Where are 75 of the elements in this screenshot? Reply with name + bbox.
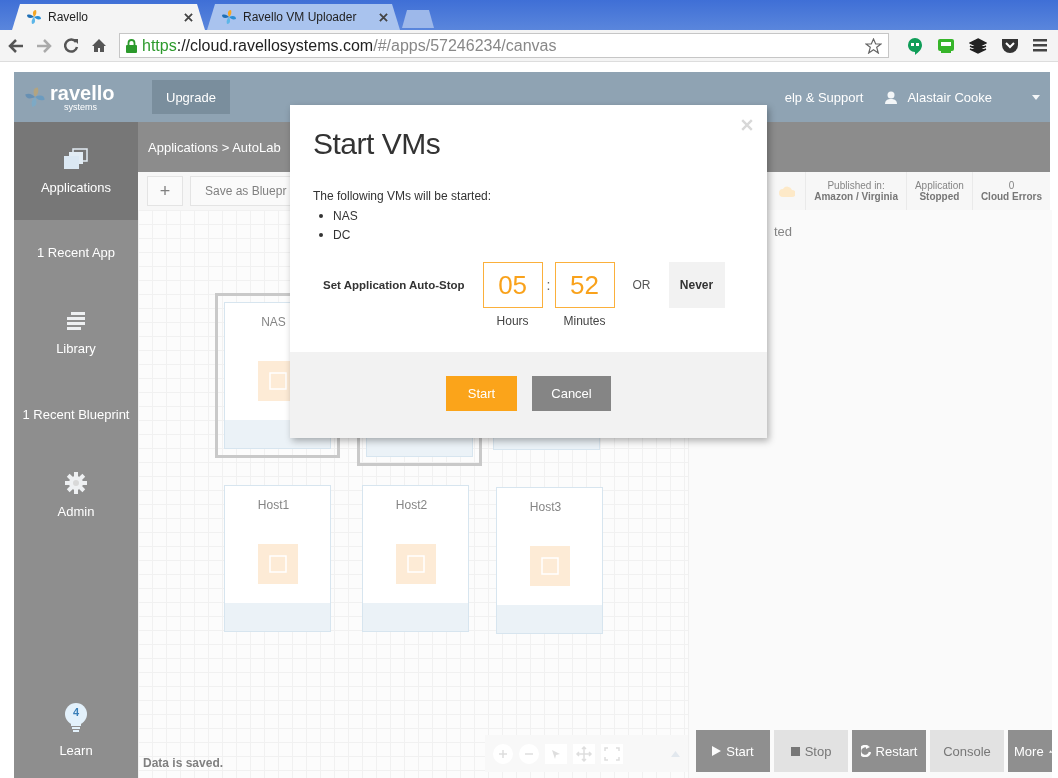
new-tab-button[interactable] bbox=[402, 10, 434, 28]
hours-field[interactable]: 05 bbox=[482, 262, 543, 308]
square-icon bbox=[257, 543, 298, 584]
minutes-label: Minutes bbox=[563, 314, 606, 328]
forward-icon[interactable] bbox=[36, 38, 52, 53]
pinwheel-icon bbox=[221, 9, 237, 25]
sidebar-item[interactable]: 1 Recent App bbox=[14, 220, 138, 284]
restart-icon bbox=[860, 745, 871, 757]
sidebar-item[interactable]: 1 Recent Blueprint bbox=[14, 382, 138, 446]
cancel-button[interactable]: Cancel bbox=[532, 376, 611, 411]
action-button[interactable]: More bbox=[1008, 730, 1052, 772]
play-icon bbox=[712, 746, 722, 756]
chat-bubble-icon[interactable] bbox=[907, 36, 923, 55]
time-separator: : bbox=[546, 276, 551, 295]
or-label: OR bbox=[632, 277, 651, 294]
bullet-icon bbox=[319, 233, 323, 237]
action-button[interactable]: Restart bbox=[852, 730, 926, 772]
caret-icon bbox=[1048, 748, 1052, 754]
vm-name: DC bbox=[333, 228, 351, 242]
sidebar-item[interactable]: Admin bbox=[14, 446, 138, 544]
home-icon[interactable] bbox=[91, 38, 107, 53]
dialog-title: Start VMs bbox=[313, 127, 442, 161]
user-name[interactable]: Alastair Cooke bbox=[907, 89, 992, 105]
layers-icon[interactable] bbox=[969, 37, 987, 54]
browser-tab[interactable]: Ravello VM Uploader bbox=[207, 4, 400, 30]
hours-label: Hours bbox=[496, 314, 529, 328]
help-link[interactable]: elp & Support bbox=[784, 89, 864, 105]
never-button[interactable]: Never bbox=[668, 262, 725, 308]
lock-icon bbox=[126, 38, 137, 53]
vm-name: NAS bbox=[261, 315, 286, 329]
close-icon[interactable] bbox=[184, 12, 193, 22]
menu-icon[interactable] bbox=[1033, 39, 1047, 52]
user-icon bbox=[885, 90, 898, 104]
square-icon bbox=[395, 543, 436, 584]
bullet-icon bbox=[319, 214, 323, 218]
minutes-field[interactable]: 52 bbox=[554, 262, 615, 308]
square-icon bbox=[529, 545, 570, 586]
sidebar-item[interactable]: Applications bbox=[14, 122, 138, 220]
breadcrumb[interactable]: Applications > AutoLab bbox=[148, 139, 281, 155]
gear-icon bbox=[65, 471, 87, 494]
reload-icon[interactable] bbox=[64, 38, 79, 53]
vm-card[interactable]: Host1 bbox=[224, 485, 331, 632]
pinwheel-icon bbox=[24, 86, 46, 108]
logo: ravello systems bbox=[14, 82, 138, 112]
vm-name: Host3 bbox=[529, 500, 562, 514]
vm-name: NAS bbox=[333, 209, 358, 223]
vm-name: Host1 bbox=[257, 498, 290, 512]
sidebar-item[interactable]: Library bbox=[14, 284, 138, 382]
robot-icon[interactable] bbox=[937, 37, 955, 54]
address-bar[interactable]: https://cloud.ravellosystems.com/#/apps/57246234/canvas bbox=[119, 33, 889, 58]
add-button[interactable]: + bbox=[147, 176, 183, 206]
badge-count: 4 bbox=[71, 706, 81, 718]
star-icon[interactable] bbox=[865, 37, 882, 54]
browser-tab[interactable]: Ravello bbox=[12, 4, 205, 30]
vm-card[interactable]: Host2 bbox=[362, 485, 469, 632]
stacked-windows-icon bbox=[63, 147, 89, 170]
save-status: Data is saved. bbox=[143, 756, 224, 770]
caret-icon[interactable] bbox=[1032, 94, 1040, 100]
auto-stop-label: Set Application Auto-Stop bbox=[323, 278, 465, 293]
vm-card[interactable]: Host3 bbox=[496, 487, 603, 634]
dialog-message: The following VMs will be started: bbox=[313, 189, 493, 203]
back-icon[interactable] bbox=[8, 38, 24, 53]
start-button[interactable]: Start bbox=[446, 376, 517, 411]
vm-name: Host2 bbox=[395, 498, 428, 512]
panel-text: ted bbox=[774, 224, 793, 239]
lightbulb-icon[interactable] bbox=[64, 703, 88, 733]
action-button[interactable]: Start bbox=[696, 730, 770, 772]
learn-link[interactable]: Learn bbox=[59, 743, 93, 758]
lines-icon bbox=[65, 310, 87, 331]
shield-icon[interactable] bbox=[1001, 37, 1019, 54]
square-icon bbox=[790, 746, 800, 756]
pinwheel-icon bbox=[26, 9, 42, 25]
cloud-icon bbox=[779, 185, 796, 197]
upgrade-button[interactable]: Upgrade bbox=[152, 80, 230, 114]
close-icon[interactable] bbox=[379, 12, 388, 22]
